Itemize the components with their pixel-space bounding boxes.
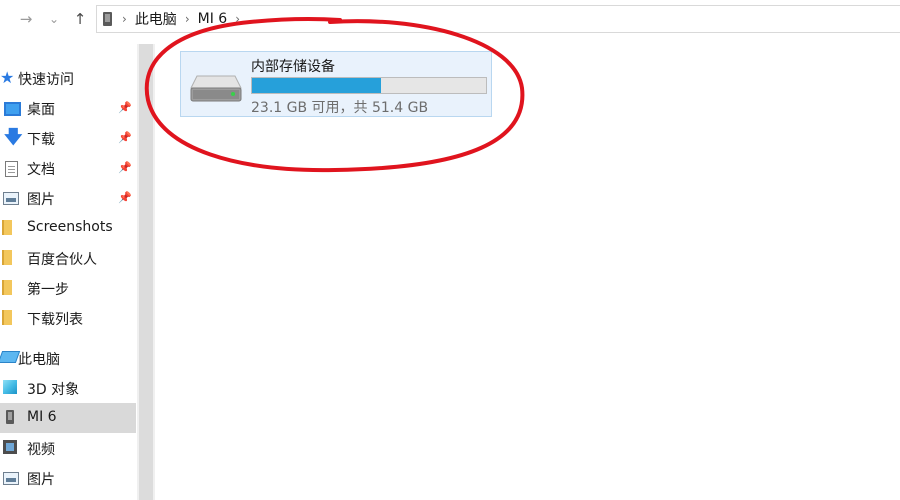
- phone-device-icon: [6, 410, 14, 424]
- device-icon: [103, 12, 112, 26]
- storage-usage-bar: [251, 77, 487, 94]
- drive-free-space: 23.1 GB 可用，共 51.4 GB: [251, 100, 429, 116]
- sidebar-item-label: 下载列表: [27, 312, 83, 328]
- recent-locations-chevron-down-icon[interactable]: ⌄: [44, 8, 64, 30]
- sidebar-item-label: 第一步: [27, 282, 69, 298]
- pin-icon[interactable]: 📌: [118, 101, 132, 115]
- sidebar-item-first-step[interactable]: 第一步: [0, 273, 136, 303]
- sidebar-item-quick-access[interactable]: ★ 快速访问: [0, 63, 136, 93]
- download-arrow-icon: 🡇: [4, 127, 23, 148]
- star-icon: ★: [0, 68, 15, 87]
- breadcrumb-separator-icon[interactable]: ›: [235, 12, 240, 26]
- breadcrumb-separator-icon: ›: [122, 12, 127, 26]
- navigation-pane: ★ 快速访问 桌面 📌 🡇 下载 📌 文档 📌 图片 📌 Screenshots…: [0, 38, 136, 500]
- storage-usage-fill: [252, 78, 381, 93]
- pictures-icon: [3, 192, 19, 205]
- sidebar-item-documents[interactable]: 文档 📌: [0, 153, 136, 183]
- sidebar-item-label: 文档: [27, 162, 55, 178]
- sidebar-item-label: 3D 对象: [27, 382, 80, 398]
- breadcrumb-this-pc[interactable]: 此电脑: [135, 9, 177, 29]
- sidebar-item-download-list[interactable]: 下载列表: [0, 303, 136, 333]
- breadcrumb-mi6[interactable]: MI 6: [198, 11, 228, 27]
- sidebar-item-label: 桌面: [27, 102, 55, 118]
- sidebar-item-screenshots[interactable]: Screenshots: [0, 213, 136, 243]
- sidebar-item-baidu-partner[interactable]: 百度合伙人: [0, 243, 136, 273]
- sidebar-item-mi6[interactable]: MI 6: [0, 403, 136, 433]
- forward-arrow-icon[interactable]: →: [16, 8, 36, 30]
- internal-storage-drive-tile[interactable]: 内部存储设备 23.1 GB 可用，共 51.4 GB: [180, 51, 492, 117]
- sidebar-item-label: 百度合伙人: [27, 252, 97, 268]
- sidebar-item-pictures[interactable]: 图片 📌: [0, 183, 136, 213]
- folder-icon: [2, 280, 12, 295]
- sidebar-item-desktop[interactable]: 桌面 📌: [0, 93, 136, 123]
- sidebar-item-label: Screenshots: [27, 219, 113, 235]
- folder-icon: [2, 310, 12, 325]
- sidebar-item-downloads[interactable]: 🡇 下载 📌: [0, 123, 136, 153]
- drive-name: 内部存储设备: [251, 59, 335, 75]
- sidebar-scrollbar-thumb[interactable]: [139, 44, 153, 500]
- address-bar[interactable]: › 此电脑 › MI 6 ›: [96, 5, 900, 33]
- sidebar-item-label: 此电脑: [18, 352, 60, 368]
- pin-icon[interactable]: 📌: [118, 161, 132, 175]
- sidebar-item-label: 下载: [27, 132, 55, 148]
- sidebar-item-3d-objects[interactable]: 3D 对象: [0, 373, 136, 403]
- 3d-objects-icon: [3, 380, 17, 394]
- pictures-icon: [3, 472, 19, 485]
- desktop-icon: [4, 102, 21, 116]
- pin-icon[interactable]: 📌: [118, 191, 132, 205]
- video-icon: [3, 440, 17, 454]
- sidebar-item-this-pc[interactable]: 此电脑: [0, 343, 136, 373]
- sidebar-item-label: MI 6: [27, 409, 57, 425]
- folder-icon: [2, 250, 12, 265]
- breadcrumb-separator-icon: ›: [184, 12, 190, 26]
- folder-icon: [2, 220, 12, 235]
- sidebar-item-label: 视频: [27, 442, 55, 458]
- hard-drive-icon: [190, 75, 242, 102]
- sidebar-item-label: 图片: [27, 472, 55, 488]
- sidebar-item-videos[interactable]: 视频: [0, 433, 136, 463]
- sidebar-item-label: 快速访问: [18, 72, 74, 88]
- sidebar-item-pictures-pc[interactable]: 图片: [0, 463, 136, 493]
- pin-icon[interactable]: 📌: [118, 131, 132, 145]
- navigation-bar: → ⌄ ↑ › 此电脑 › MI 6 ›: [0, 0, 900, 38]
- sidebar-item-label: 图片: [27, 192, 55, 208]
- up-arrow-icon[interactable]: ↑: [70, 8, 90, 30]
- document-icon: [5, 161, 18, 177]
